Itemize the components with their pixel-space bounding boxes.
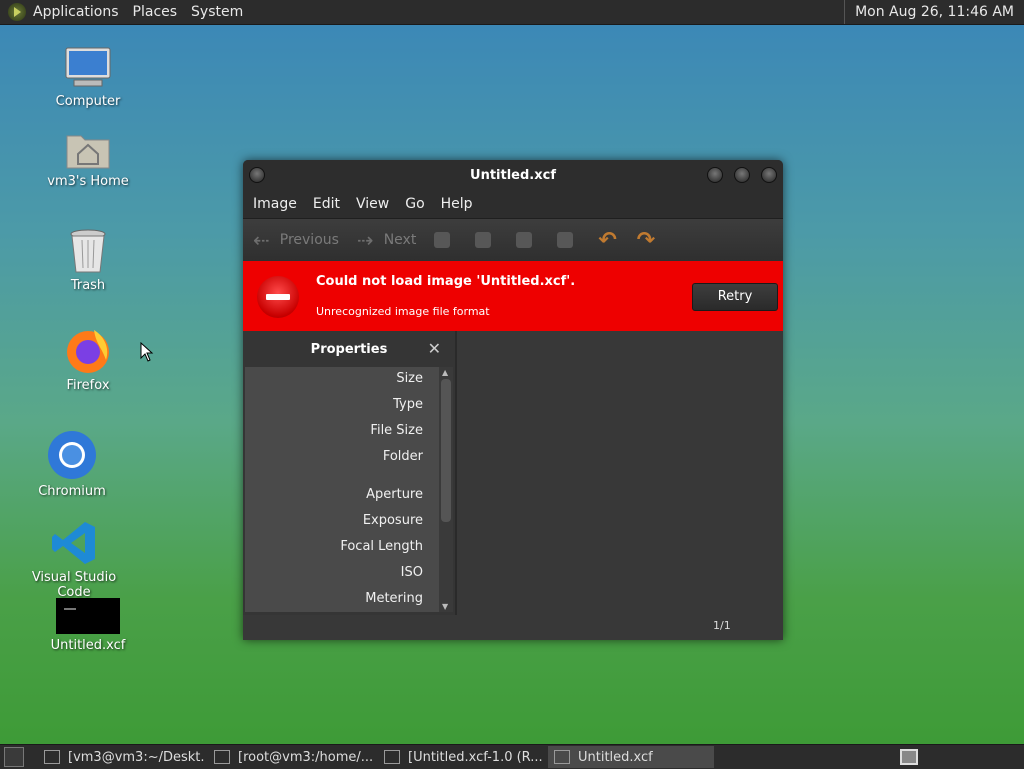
gimp-icon <box>384 750 400 764</box>
system-menu[interactable]: System <box>184 0 250 24</box>
property-metering: Metering <box>365 591 423 606</box>
desktop-icon-label: Trash <box>70 278 106 293</box>
terminal-icon <box>214 750 230 764</box>
property-file-size: File Size <box>370 423 423 438</box>
properties-list[interactable]: Size Type File Size Folder Aperture Expo… <box>245 367 439 612</box>
firefox-icon <box>64 326 112 374</box>
applications-menu[interactable]: Applications <box>26 0 126 24</box>
desktop-icon-chromium[interactable]: Chromium <box>36 430 108 499</box>
properties-title: Properties <box>310 341 388 357</box>
page-count: 1/1 <box>713 619 731 632</box>
zoom-normal-icon[interactable] <box>516 232 533 248</box>
window-title: Untitled.xcf <box>470 167 556 183</box>
image-file-icon <box>56 598 120 634</box>
retry-button[interactable]: Retry <box>692 283 778 311</box>
clock[interactable]: Mon Aug 26, 11:46 AM <box>844 0 1024 24</box>
property-exposure: Exposure <box>362 513 423 528</box>
properties-sidebar: Properties ✕ Size Type File Size Folder … <box>243 331 457 615</box>
trash-icon <box>68 228 108 274</box>
desktop-icon-vscode[interactable]: Visual Studio Code <box>14 520 134 600</box>
desktop-icon-label: Visual Studio Code <box>31 570 117 600</box>
rotate-right-icon[interactable]: ↷ <box>637 228 655 253</box>
previous-label: Previous <box>279 232 339 248</box>
property-aperture: Aperture <box>366 487 423 502</box>
zoom-fit-icon[interactable] <box>557 232 574 248</box>
desktop-icon-untitled-xcf[interactable]: Untitled.xcf <box>44 598 132 653</box>
error-title: Could not load image 'Untitled.xcf'. <box>316 274 576 289</box>
desktop-icon-firefox[interactable]: Firefox <box>52 326 124 393</box>
desktop-icon-label: Chromium <box>38 484 106 499</box>
home-folder-icon <box>65 130 111 170</box>
bottom-taskbar: [vm3@vm3:~/Deskt... [root@vm3:/home/... … <box>0 744 1024 769</box>
image-viewer-window: Untitled.xcf Image Edit View Go Help ⇠ P… <box>243 160 783 640</box>
desktop-icon-computer[interactable]: Computer <box>52 46 124 109</box>
task-label: [Untitled.xcf-1.0 (R... <box>408 749 543 765</box>
desktop-icon-label: Computer <box>55 94 121 109</box>
image-view-area: Properties ✕ Size Type File Size Folder … <box>243 331 783 640</box>
menu-image[interactable]: Image <box>245 196 305 212</box>
menu-view[interactable]: View <box>348 196 397 212</box>
toolbar: ⇠ Previous ⇢ Next ↶ ↷ <box>243 218 783 261</box>
minimize-icon[interactable] <box>707 167 723 183</box>
mouse-cursor-icon <box>140 341 154 366</box>
computer-icon <box>64 46 112 90</box>
vscode-icon <box>51 520 97 566</box>
properties-scrollbar[interactable]: ▲ ▼ <box>439 367 453 612</box>
top-panel: Applications Places System Mon Aug 26, 1… <box>0 0 1024 25</box>
close-sidebar-icon[interactable]: ✕ <box>428 339 441 358</box>
property-folder: Folder <box>382 449 423 464</box>
maximize-icon[interactable] <box>734 167 750 183</box>
task-label: [root@vm3:/home/... <box>238 749 374 765</box>
menu-edit[interactable]: Edit <box>305 196 348 212</box>
task-label: [vm3@vm3:~/Deskt... <box>68 749 204 765</box>
property-iso: ISO <box>400 565 423 580</box>
task-label: Untitled.xcf <box>578 749 653 765</box>
zoom-in-icon[interactable] <box>434 232 451 248</box>
menubar: Image Edit View Go Help <box>243 190 783 218</box>
task-terminal-user[interactable]: [vm3@vm3:~/Deskt... <box>38 746 204 768</box>
property-size: Size <box>396 371 423 386</box>
next-button[interactable]: ⇢ Next <box>357 228 416 252</box>
image-viewer-icon <box>554 750 570 764</box>
error-infobar: Could not load image 'Untitled.xcf'. Unr… <box>243 261 783 331</box>
desktop-icon-label: Firefox <box>66 378 110 393</box>
scrollbar-thumb[interactable] <box>441 379 451 522</box>
error-subtitle: Unrecognized image file format <box>316 305 490 318</box>
window-titlebar[interactable]: Untitled.xcf <box>243 160 783 190</box>
next-label: Next <box>383 232 417 248</box>
task-image-viewer[interactable]: Untitled.xcf <box>548 746 714 768</box>
window-menu-icon[interactable] <box>249 167 265 183</box>
desktop-icon-label: Untitled.xcf <box>50 638 126 653</box>
desktop-icon-label: vm3's Home <box>47 174 129 189</box>
chromium-icon <box>47 430 97 480</box>
desktop-icon-trash[interactable]: Trash <box>52 228 124 293</box>
properties-header: Properties ✕ <box>243 331 455 367</box>
zoom-out-icon[interactable] <box>475 232 492 248</box>
task-gimp[interactable]: [Untitled.xcf-1.0 (R... <box>378 746 544 768</box>
property-type: Type <box>393 397 423 412</box>
show-desktop-icon[interactable] <box>4 747 24 767</box>
desktop-icon-home[interactable]: vm3's Home <box>44 130 132 189</box>
close-icon[interactable] <box>761 167 777 183</box>
arrow-left-icon: ⇠ <box>253 228 270 252</box>
terminal-icon <box>44 750 60 764</box>
workspace-switcher-icon[interactable] <box>900 749 918 765</box>
menu-help[interactable]: Help <box>433 196 481 212</box>
arrow-right-icon: ⇢ <box>356 228 374 252</box>
error-icon <box>257 276 299 318</box>
previous-button[interactable]: ⇠ Previous <box>253 228 339 252</box>
scroll-down-icon[interactable]: ▼ <box>442 602 448 611</box>
property-focal-length: Focal Length <box>340 539 423 554</box>
distro-logo-icon[interactable] <box>8 3 26 21</box>
rotate-left-icon[interactable]: ↶ <box>598 228 616 253</box>
scroll-up-icon[interactable]: ▲ <box>442 368 448 377</box>
places-menu[interactable]: Places <box>126 0 185 24</box>
menu-go[interactable]: Go <box>397 196 432 212</box>
task-terminal-root[interactable]: [root@vm3:/home/... <box>208 746 374 768</box>
